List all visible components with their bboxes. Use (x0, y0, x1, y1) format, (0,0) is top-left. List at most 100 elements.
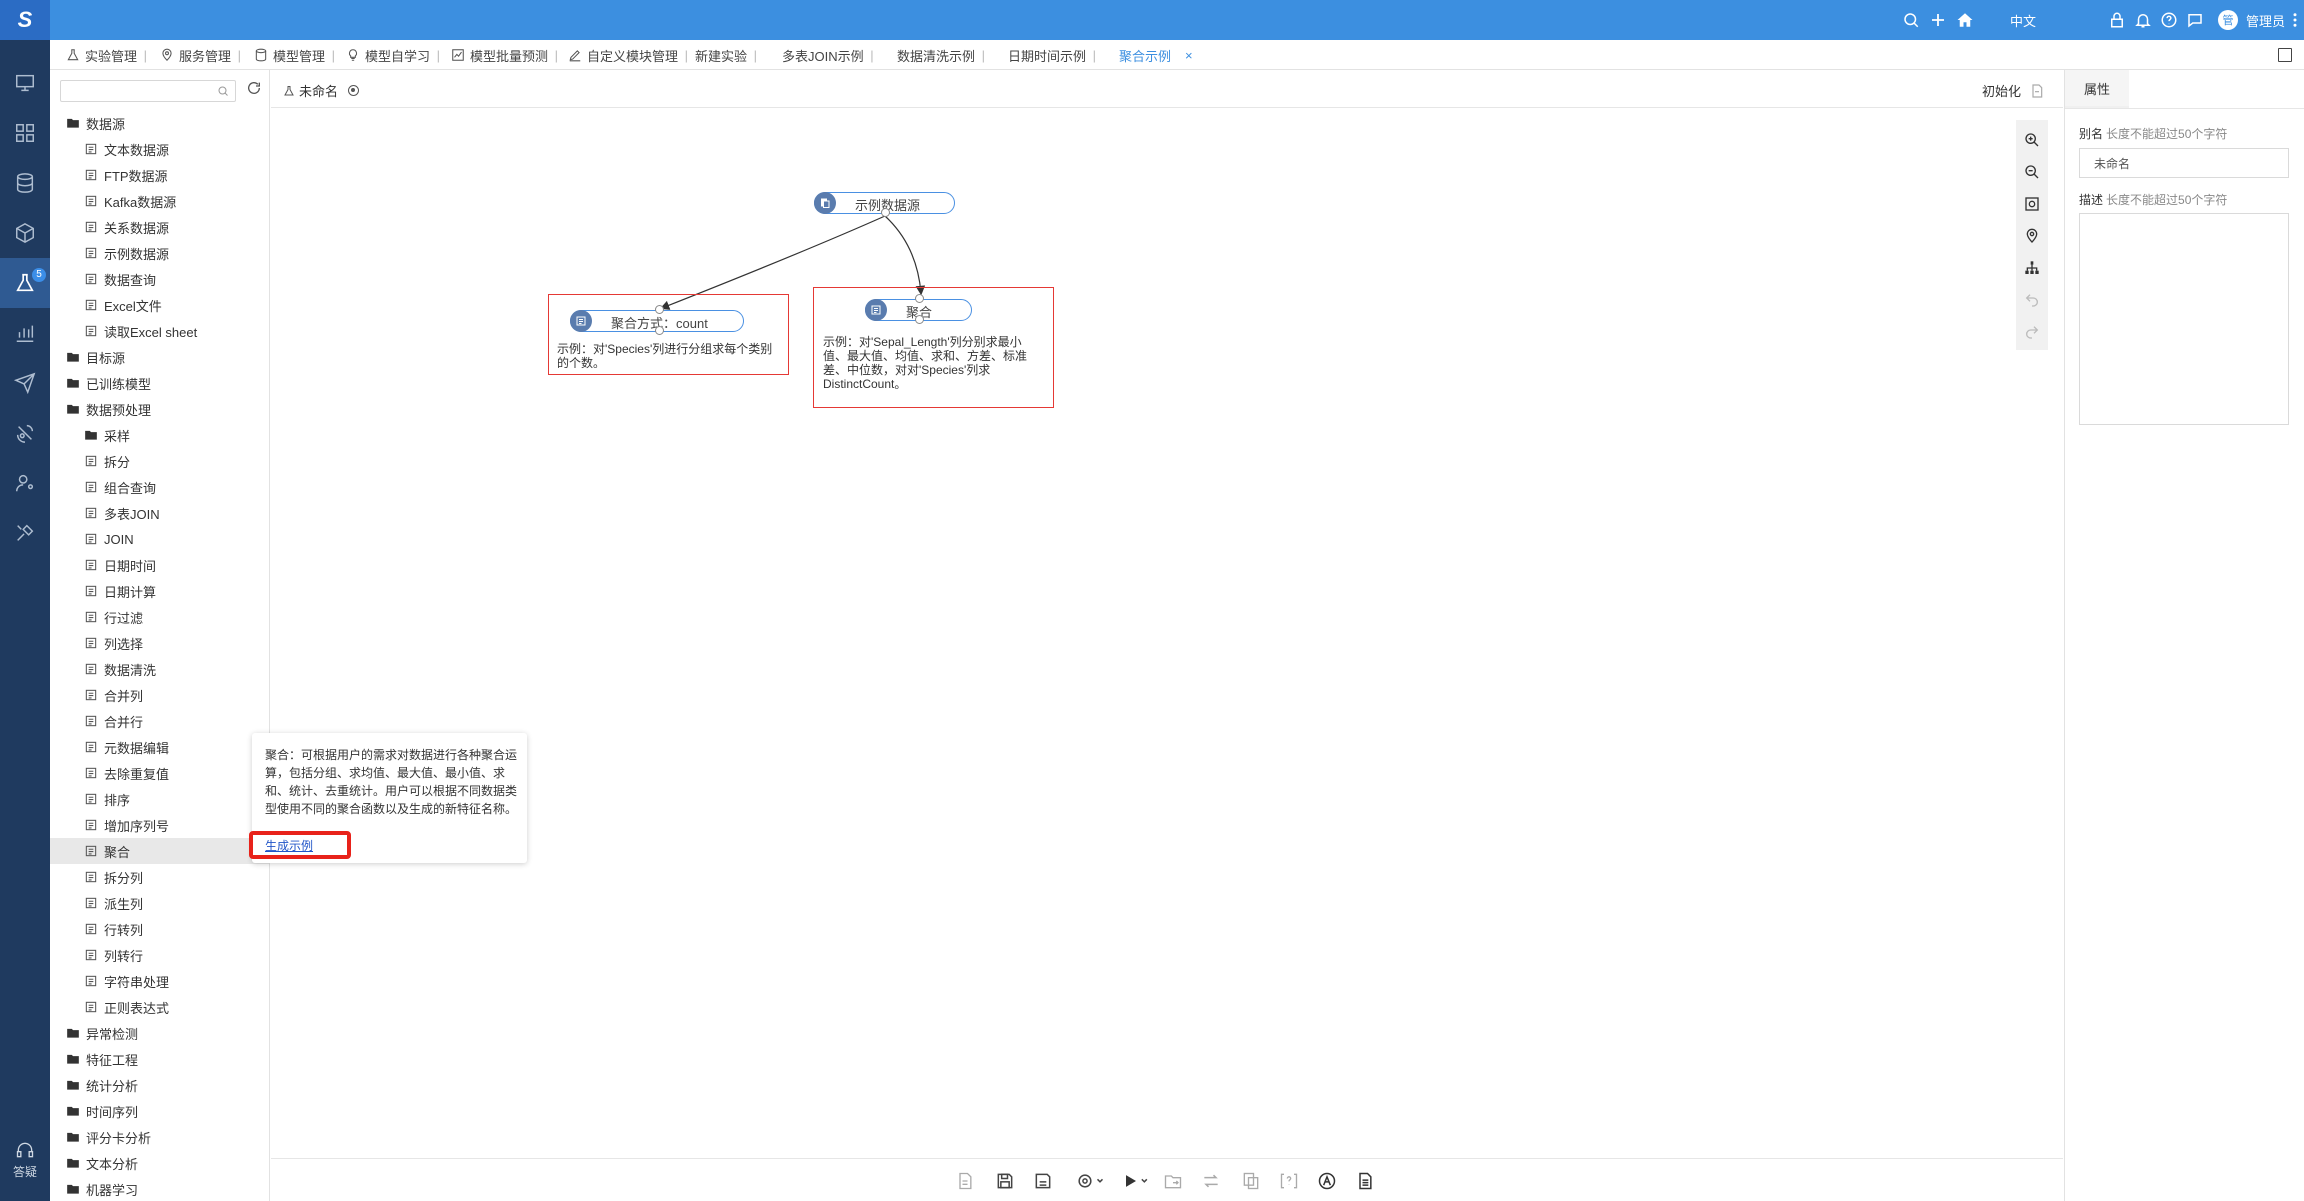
tree-item[interactable]: 列选择 (50, 630, 269, 656)
tab-data-clean-example[interactable]: 数据清洗示例 | (897, 40, 985, 70)
close-icon[interactable]: × (1185, 48, 1193, 63)
tree-item[interactable]: 拆分 (50, 448, 269, 474)
tree-item[interactable]: 合并列 (50, 682, 269, 708)
tab-model-batch-predict[interactable]: 模型批量预测 | (451, 40, 558, 70)
tree-folder[interactable]: 异常检测 (50, 1020, 269, 1046)
tree-item[interactable]: 聚合 (50, 838, 269, 864)
maximize-icon[interactable] (2278, 48, 2292, 62)
tree-item[interactable]: 列转行 (50, 942, 269, 968)
tree-item[interactable]: 行转列 (50, 916, 269, 942)
refresh-icon[interactable] (246, 80, 262, 96)
node-agg-count[interactable]: 聚合方式：count (570, 305, 744, 335)
output-port[interactable] (915, 315, 924, 324)
search-icon[interactable] (1902, 0, 1920, 40)
tab-service-manage[interactable]: 服务管理 | (160, 40, 241, 70)
tree-item[interactable]: 增加序列号 (50, 812, 269, 838)
app-logo[interactable]: S (0, 0, 50, 40)
home-icon[interactable] (1956, 0, 1974, 40)
tree-item[interactable]: 文本数据源 (50, 136, 269, 162)
tab-model-self-learning[interactable]: 模型自学习 | (346, 40, 440, 70)
tree-folder[interactable]: 机器学习 (50, 1176, 269, 1201)
swap-icon[interactable] (1201, 1171, 1221, 1191)
tree-item[interactable]: Kafka数据源 (50, 188, 269, 214)
auto-layout-icon[interactable] (1317, 1171, 1337, 1191)
tree-item[interactable]: 派生列 (50, 890, 269, 916)
tree-folder[interactable]: 统计分析 (50, 1072, 269, 1098)
search-input[interactable] (60, 80, 236, 102)
tree-folder[interactable]: 特征工程 (50, 1046, 269, 1072)
log-doc-icon[interactable] (1355, 1171, 1375, 1191)
tree-item[interactable]: 示例数据源 (50, 240, 269, 266)
tree-item[interactable]: 日期计算 (50, 578, 269, 604)
output-port[interactable] (881, 208, 890, 217)
node-sample-datasource[interactable]: 示例数据源 (814, 192, 955, 217)
tab-experiment-manage[interactable]: 实验管理 | (66, 40, 147, 70)
language-switch[interactable]: 中文 (2010, 0, 2036, 40)
tree-folder[interactable]: 数据源 (50, 110, 269, 136)
tree-item[interactable]: 日期时间 (50, 552, 269, 578)
help-bracket-icon[interactable] (1279, 1171, 1299, 1191)
description-textarea[interactable] (2079, 213, 2289, 425)
tree-item[interactable]: 合并行 (50, 708, 269, 734)
user-gear-icon[interactable] (0, 458, 50, 508)
grid-icon[interactable] (0, 108, 50, 158)
chat-icon[interactable] (2186, 0, 2204, 40)
tree-folder[interactable]: 评分卡分析 (50, 1124, 269, 1150)
tree-item[interactable]: 正则表达式 (50, 994, 269, 1020)
tab-datetime-example[interactable]: 日期时间示例 | (1008, 40, 1096, 70)
tree-item[interactable]: 数据清洗 (50, 656, 269, 682)
tab-custom-module[interactable]: 自定义模块管理 | (568, 40, 688, 70)
tree-item[interactable]: 多表JOIN (50, 500, 269, 526)
settings-dropdown-icon[interactable] (1073, 1171, 1107, 1191)
tab-properties[interactable]: 属性 (2065, 70, 2129, 108)
help-qa[interactable]: 答疑 (0, 1140, 50, 1180)
tree-item[interactable]: 组合查询 (50, 474, 269, 500)
tree-folder[interactable]: 数据预处理 (50, 396, 269, 422)
run-dropdown-icon[interactable] (1119, 1171, 1153, 1191)
tree-folder[interactable]: 文本分析 (50, 1150, 269, 1176)
database-icon[interactable] (0, 158, 50, 208)
node-agg[interactable]: 聚合 (865, 294, 972, 324)
tree-item[interactable]: 排序 (50, 786, 269, 812)
send-icon[interactable] (0, 358, 50, 408)
output-port[interactable] (655, 326, 664, 335)
more-icon[interactable] (2286, 0, 2304, 40)
alias-input[interactable]: 未命名 (2079, 148, 2289, 178)
tree-folder[interactable]: 目标源 (50, 344, 269, 370)
lock-icon[interactable] (2108, 0, 2126, 40)
tree-item[interactable]: FTP数据源 (50, 162, 269, 188)
tab-multi-join-example[interactable]: 多表JOIN示例 | (782, 40, 874, 70)
save-as-icon[interactable] (1033, 1171, 1053, 1191)
tree-item[interactable]: 数据查询 (50, 266, 269, 292)
tree-item[interactable]: 去除重复值 (50, 760, 269, 786)
experiment-icon[interactable]: 5 (0, 258, 50, 308)
help-icon[interactable] (2160, 0, 2178, 40)
plus-icon[interactable] (1929, 0, 1947, 40)
monitor-icon[interactable] (0, 58, 50, 108)
tree-item[interactable]: 字符串处理 (50, 968, 269, 994)
tree-folder[interactable]: 采样 (50, 422, 269, 448)
tree-folder[interactable]: 时间序列 (50, 1098, 269, 1124)
folder-export-icon[interactable] (1163, 1171, 1183, 1191)
tree-folder[interactable]: 已训练模型 (50, 370, 269, 396)
tools-icon[interactable] (0, 508, 50, 558)
tree-item[interactable]: 读取Excel sheet (50, 318, 269, 344)
tree-item[interactable]: 拆分列 (50, 864, 269, 890)
bell-icon[interactable] (2134, 0, 2152, 40)
tab-model-manage[interactable]: 模型管理 | (254, 40, 335, 70)
input-port[interactable] (655, 305, 664, 314)
generate-example-link[interactable]: 生成示例 (265, 837, 313, 854)
user-menu[interactable]: 管 管理员 (2218, 0, 2285, 40)
tree-item[interactable]: 行过滤 (50, 604, 269, 630)
new-doc-icon[interactable] (955, 1171, 975, 1191)
tree-item[interactable]: JOIN (50, 526, 269, 552)
tab-new-experiment[interactable]: 新建实验 | (695, 40, 757, 70)
tree-item[interactable]: 元数据编辑 (50, 734, 269, 760)
tab-aggregation-example[interactable]: 聚合示例 × (1119, 40, 1193, 70)
save-icon[interactable] (995, 1171, 1015, 1191)
bar-chart-icon[interactable] (0, 308, 50, 358)
satellite-icon[interactable] (0, 408, 50, 458)
tree-item[interactable]: 关系数据源 (50, 214, 269, 240)
tree-item[interactable]: Excel文件 (50, 292, 269, 318)
input-port[interactable] (915, 294, 924, 303)
